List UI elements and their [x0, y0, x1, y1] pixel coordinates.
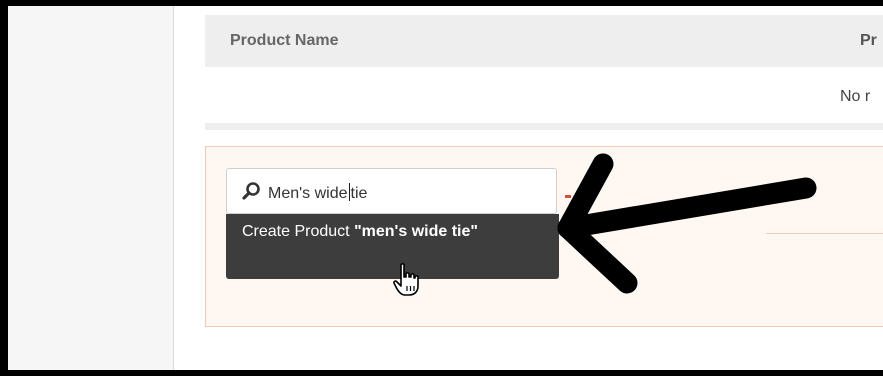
- column-header-pr[interactable]: Pr: [860, 32, 877, 50]
- search-text-before-caret: Men's wide: [268, 185, 348, 202]
- panel-divider: [766, 233, 883, 234]
- search-text-after-caret: tie: [350, 185, 368, 202]
- hand-pointer-cursor-icon: [393, 263, 419, 296]
- required-marker: [565, 195, 571, 198]
- search-input-value[interactable]: Men's wide tie: [268, 183, 367, 203]
- product-search-input[interactable]: Men's wide tie: [226, 168, 557, 214]
- table-header: Product Name Pr: [205, 15, 883, 67]
- search-icon: [242, 182, 260, 200]
- suggestion-term: "men's wide tie": [354, 223, 478, 240]
- column-header-product-name[interactable]: Product Name: [230, 32, 338, 50]
- suggestion-prefix: Create Product: [242, 223, 355, 240]
- table-divider: [205, 123, 883, 130]
- sidebar: [8, 6, 174, 370]
- empty-table-message: No r: [840, 88, 871, 105]
- text-caret: [348, 183, 350, 201]
